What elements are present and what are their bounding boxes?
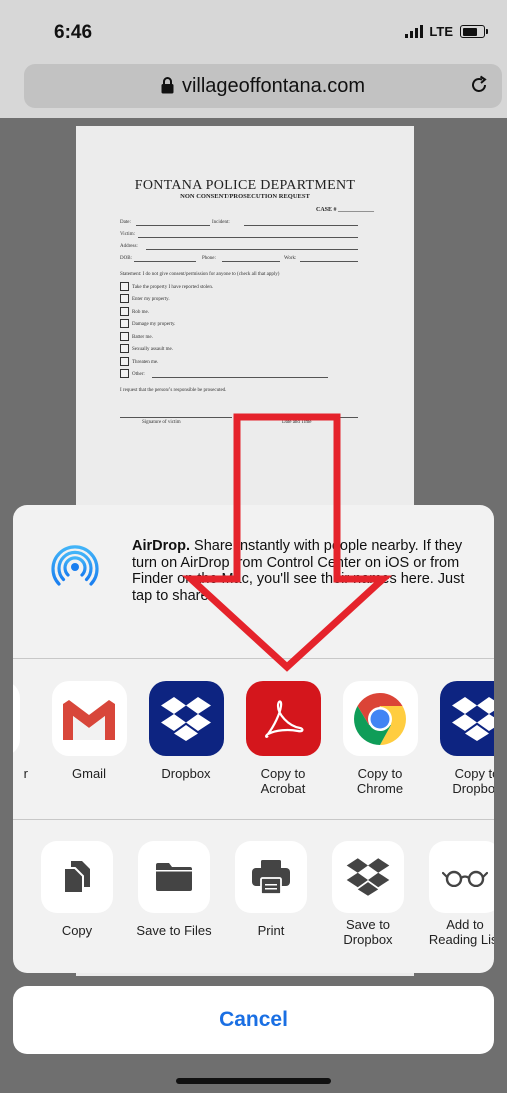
field-work: Work: <box>284 256 297 261</box>
action-copy[interactable]: Copy <box>31 841 123 938</box>
app-copy-to-dropbox[interactable]: Copy to Dropbox <box>431 681 494 796</box>
dropbox-icon <box>148 681 224 756</box>
action-label: Save to Files <box>136 923 212 938</box>
check-item: Enter my property. <box>132 297 170 302</box>
apps-row: r Gmail Dropbox Copy to Acrobat Copy to … <box>13 681 494 819</box>
check-item: Threaten me. <box>132 360 159 365</box>
action-label: Print <box>257 923 285 938</box>
check-item: Damage my property. <box>132 322 176 327</box>
action-save-to-dropbox[interactable]: Save to Dropbox <box>322 841 414 947</box>
field-address: Address: <box>120 244 138 249</box>
airdrop-section[interactable]: AirDrop. Share instantly with people nea… <box>13 505 494 658</box>
url-bar[interactable]: villageoffontana.com <box>24 64 502 108</box>
document-title: FONTANA POLICE DEPARTMENT <box>134 178 356 193</box>
field-date: Date: <box>120 220 131 225</box>
statement-text: Statement: I do not give consent/permiss… <box>120 272 280 277</box>
airdrop-description: AirDrop. Share instantly with people nea… <box>132 538 465 604</box>
cancel-button[interactable]: Cancel <box>13 986 494 1054</box>
check-item: Batter me. <box>132 335 153 340</box>
check-item: Rob me. <box>132 310 149 315</box>
date-time-label: Date and Time <box>282 420 312 425</box>
action-label: Save to Dropbox <box>343 917 393 947</box>
field-incident: Incident: <box>212 220 230 225</box>
share-sheet: AirDrop. Share instantly with people nea… <box>13 505 494 973</box>
app-copy-to-chrome[interactable]: Copy to Chrome <box>334 681 426 796</box>
app-copy-to-acrobat[interactable]: Copy to Acrobat <box>237 681 329 796</box>
check-item: Sexually assault me. <box>132 347 173 352</box>
dropbox-icon <box>332 841 404 913</box>
case-label: CASE # ____________ <box>316 207 375 213</box>
app-icon <box>13 681 20 756</box>
action-label: Add to Reading List <box>428 917 494 947</box>
action-label: Copy <box>61 923 93 938</box>
status-indicators: LTE <box>405 24 488 39</box>
request-text: I request that the person/'s responsible… <box>120 388 227 393</box>
action-print[interactable]: Print <box>225 841 317 938</box>
app-label: Gmail <box>72 766 106 781</box>
check-item: Other: <box>132 372 145 377</box>
field-phone: Phone: <box>202 256 216 261</box>
lock-icon <box>161 77 174 94</box>
app-label: Copy to Acrobat <box>260 766 306 796</box>
url-text: villageoffontana.com <box>181 75 366 97</box>
field-victim: Victim: <box>120 232 135 237</box>
home-indicator <box>176 1078 331 1084</box>
app-label: Copy to Dropbox <box>452 766 494 796</box>
network-label: LTE <box>429 24 453 39</box>
action-save-to-files[interactable]: Save to Files <box>128 841 220 938</box>
dropbox-icon <box>439 681 494 756</box>
reload-icon[interactable] <box>468 74 490 96</box>
folder-icon <box>138 841 210 913</box>
battery-icon <box>460 25 488 38</box>
app-partial[interactable]: r <box>13 681 28 781</box>
check-item: Take the property I have reported stolen… <box>132 285 214 290</box>
signal-icon <box>405 25 424 38</box>
browser-chrome: 6:46 LTE villageoffontana.com <box>0 0 507 118</box>
document-subtitle: NON CONSENT/PROSECUTION REQUEST <box>180 193 310 200</box>
gmail-icon <box>51 681 127 756</box>
printer-icon <box>235 841 307 913</box>
copy-icon <box>41 841 113 913</box>
action-add-to-reading-list[interactable]: Add to Reading List <box>419 841 494 947</box>
field-dob: DOB: <box>120 256 132 261</box>
glasses-icon <box>429 841 494 913</box>
acrobat-icon <box>245 681 321 756</box>
app-label: Copy to Chrome <box>356 766 404 796</box>
app-label: Dropbox <box>161 766 211 781</box>
app-dropbox[interactable]: Dropbox <box>140 681 232 781</box>
status-time: 6:46 <box>54 22 93 43</box>
chrome-icon <box>342 681 418 756</box>
signature-label: Signature of victim <box>142 420 181 425</box>
app-gmail[interactable]: Gmail <box>43 681 135 781</box>
actions-row: Copy Save to Files Print Save to Dropbox… <box>13 841 494 973</box>
airdrop-icon <box>51 545 99 586</box>
